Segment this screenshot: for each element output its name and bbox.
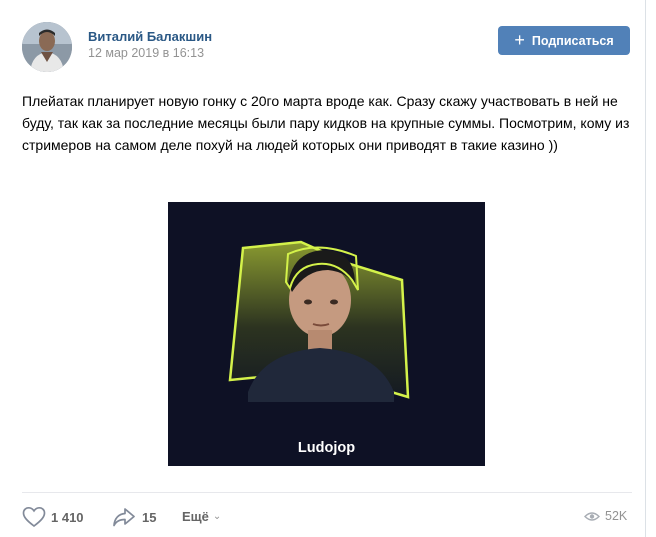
avatar-photo bbox=[22, 22, 72, 72]
likes-count: 1 410 bbox=[51, 509, 84, 525]
post-card: Виталий Балакшин 12 мар 2019 в 16:13 + П… bbox=[0, 0, 646, 537]
post-date[interactable]: 12 мар 2019 в 16:13 bbox=[88, 46, 204, 60]
post-actions: 1 410 15 Ещё ⌄ 52K bbox=[0, 500, 646, 534]
more-button[interactable]: Ещё ⌄ bbox=[182, 509, 221, 524]
portrait-artwork bbox=[228, 240, 410, 402]
share-button[interactable]: 15 bbox=[112, 506, 156, 528]
avatar[interactable] bbox=[22, 22, 72, 72]
author-name[interactable]: Виталий Балакшин bbox=[88, 29, 212, 44]
shares-count: 15 bbox=[142, 509, 157, 525]
views-counter: 52K bbox=[584, 509, 627, 523]
chevron-down-icon: ⌄ bbox=[212, 511, 222, 522]
post-text: Плейатак планирует новую гонку с 20го ма… bbox=[22, 93, 630, 153]
post-image[interactable]: Ludojop bbox=[168, 202, 485, 466]
more-label: Ещё bbox=[182, 509, 209, 524]
heart-icon bbox=[22, 506, 46, 528]
views-count: 52K bbox=[605, 509, 628, 523]
image-caption: Ludojop bbox=[297, 440, 356, 456]
divider bbox=[22, 492, 632, 493]
subscribe-button[interactable]: + Подписаться bbox=[498, 26, 630, 55]
subscribe-label: Подписаться bbox=[531, 33, 614, 48]
share-icon bbox=[113, 508, 135, 527]
eye-icon bbox=[584, 511, 600, 521]
plus-icon: + bbox=[514, 29, 525, 50]
like-button[interactable]: 1 410 bbox=[22, 506, 84, 528]
